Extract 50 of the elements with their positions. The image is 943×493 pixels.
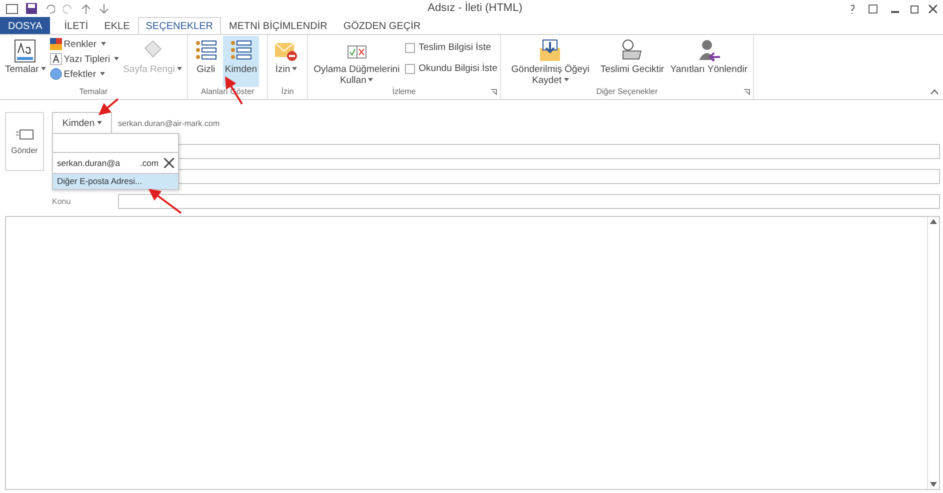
- subject-field[interactable]: [118, 194, 940, 208]
- ribbon-button[interactable]: Kimden: [222, 36, 260, 87]
- dialog-launcher-icon[interactable]: [491, 89, 498, 95]
- ribbon-button[interactable]: İzin: [271, 36, 302, 87]
- ribbon-button[interactable]: Gönderilmiş Öğeyi Kaydet: [504, 36, 596, 87]
- caret-icon: [96, 120, 102, 125]
- font-letter-icon: [50, 53, 62, 65]
- envelope-icon: [16, 128, 34, 140]
- annotation-arrow: [148, 188, 182, 214]
- send-button[interactable]: Gönder: [5, 112, 44, 171]
- dropdown-item[interactable]: Diğer E-posta Adresi...: [53, 174, 178, 189]
- subject-label: Konu: [52, 196, 72, 206]
- ribbon-menu-button[interactable]: Yazı Tipleri: [50, 53, 120, 65]
- caret-icon: [100, 42, 106, 46]
- ribbon-tab[interactable]: DOSYA: [0, 17, 50, 34]
- ribbon-menu-button[interactable]: Efektler: [50, 68, 120, 80]
- themes-icon: [12, 38, 38, 64]
- dialog-launcher-icon[interactable]: [744, 89, 750, 95]
- caret-icon: [114, 57, 120, 61]
- group-label: İzin: [281, 87, 294, 98]
- ribbon-button[interactable]: Teslimi Geciktir: [598, 36, 666, 87]
- checkbox-option[interactable]: Okundu Bilgisi İste: [404, 63, 498, 74]
- scroll-up-icon[interactable]: [930, 219, 937, 224]
- ribbon-tab[interactable]: SEÇENEKLER: [138, 17, 222, 34]
- redo-icon[interactable]: [63, 4, 73, 14]
- undo-icon[interactable]: [45, 4, 55, 14]
- annotation-arrow: [98, 98, 119, 116]
- up-arrow-icon[interactable]: [81, 4, 91, 14]
- from-button[interactable]: Kimden: [52, 112, 112, 134]
- collapse-ribbon-icon[interactable]: [930, 89, 939, 95]
- window-title: Adsız - İleti (HTML): [426, 2, 524, 14]
- ribbon-button[interactable]: Oylama Düğmelerini Kullan: [310, 36, 403, 87]
- scrollbar[interactable]: [927, 217, 939, 489]
- ribbon-button[interactable]: Gizli: [190, 36, 221, 87]
- checkbox-option[interactable]: Teslim Bilgisi İste: [404, 42, 498, 53]
- ribbon-menu-button[interactable]: Renkler: [50, 38, 120, 50]
- color-squares-icon: [50, 38, 62, 50]
- mail-icon: [6, 4, 18, 14]
- save-icon[interactable]: [26, 3, 37, 14]
- sender-address: serkan.duran@air-mark.com: [118, 118, 220, 128]
- effects-circle-icon: [50, 68, 62, 80]
- scroll-down-icon[interactable]: [930, 482, 937, 487]
- group-label: Temalar: [78, 87, 109, 98]
- caret-icon: [100, 72, 106, 76]
- group-label: Diğer Seçenekler: [595, 87, 659, 98]
- down-arrow-icon[interactable]: [99, 4, 109, 14]
- ribbon-button[interactable]: Temalar: [3, 36, 48, 87]
- group-label: İzleme: [391, 87, 417, 98]
- close-icon[interactable]: [164, 158, 174, 168]
- ribbon-button[interactable]: Yanıtları Yönlendir: [668, 36, 750, 87]
